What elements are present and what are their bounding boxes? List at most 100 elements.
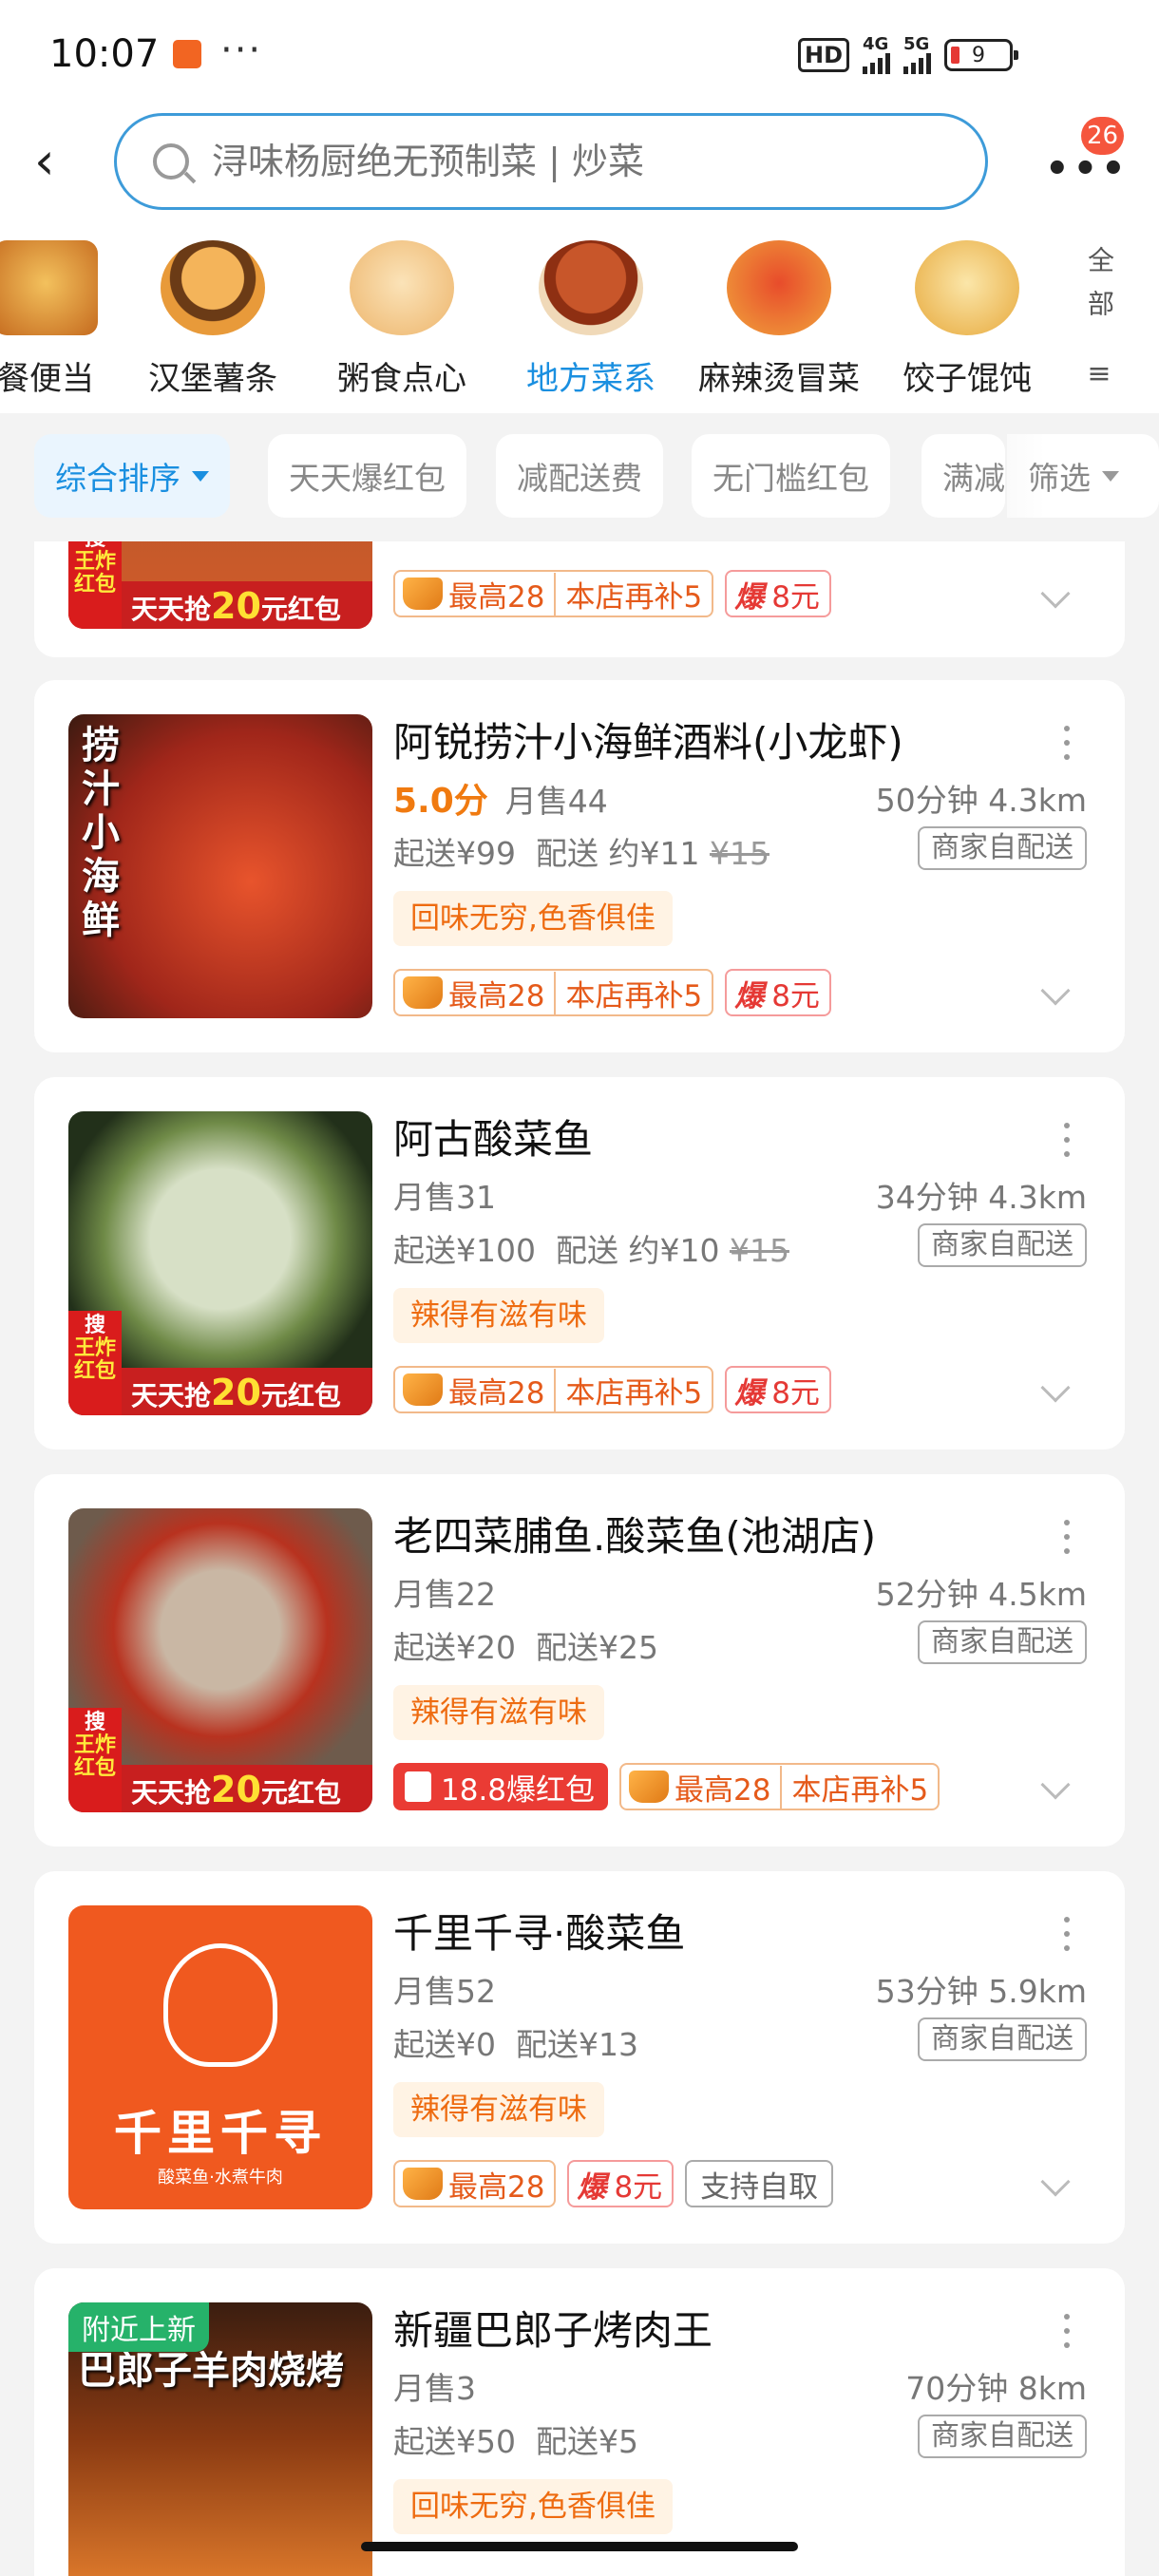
store-name[interactable]: 新疆巴郎子烤肉王 [393,2299,712,2357]
category-item[interactable]: 麻辣烫冒菜 [684,240,874,399]
bao-amount: 8元 [771,978,820,1013]
store-name[interactable]: 阿古酸菜鱼 [393,1108,593,1165]
delivery-fee: 配送¥13 [515,2026,638,2063]
store-time-distance: 70分钟 8km [905,2370,1087,2407]
back-icon[interactable]: ‹ [34,136,80,187]
more-menu-icon[interactable]: ••• [1045,147,1130,191]
promo-row: 最高28 本店再补5 爆 8元 [393,1366,831,1413]
search-tag: 搜 [84,1314,105,1337]
store-sales: 月售44 [504,783,608,820]
bao-tag: 爆 8元 [725,570,831,617]
bao-tag: 爆 8元 [567,2160,674,2207]
store-card[interactable]: 千里千寻 酸菜鱼·水煮牛肉 千里千寻·酸菜鱼 月售52 53分钟 5.9km 起… [34,1871,1125,2244]
more-icon[interactable] [1064,1123,1072,1157]
battery-level: 9 [972,43,986,67]
category-item[interactable]: 粥食点心 [307,240,497,399]
promo-row: 18.8爆红包 最高28 本店再补5 [393,1763,940,1810]
store-card[interactable]: 巴郎子羊肉烧烤 附近上新 新疆巴郎子烤肉王 月售3 70分钟 8km 起送¥50… [34,2268,1125,2576]
category-item[interactable]: 饺子馄饨 [872,240,1062,399]
filter-chip[interactable]: 满减 [922,434,1005,518]
category-item[interactable]: 地方菜系 [496,240,686,399]
store-image: 捞汁小海鲜 [68,714,372,1018]
store-slogan: 辣得有滋有味 [393,2082,604,2137]
chevron-down-icon[interactable] [1040,578,1071,609]
coupon-tag: 最高28 本店再补5 [393,969,714,1016]
filter-label: 无门槛红包 [712,460,869,497]
delivery-fee: 配送 约¥11 [535,835,700,872]
more-icon[interactable] [1064,2314,1072,2348]
all-categories-button[interactable]: 全部 ≡ [1056,246,1142,399]
image-caption: 捞汁小海鲜 [82,724,120,942]
filter-chip[interactable]: 减配送费 [496,434,663,518]
coupon-max: 最高28 [448,2169,545,2205]
store-slogan: 辣得有滋有味 [393,1685,604,1740]
min-order: 起送¥100 [393,1232,536,1269]
category-bar: 餐便当 汉堡薯条 粥食点心 地方菜系 麻辣烫冒菜 饺子馄饨 全部 ≡ [0,214,1159,413]
bao-label: 爆 [577,2169,607,2205]
store-card[interactable]: 搜王炸红包 天天抢20元红包 阿古酸菜鱼 月售31 34分钟 4.3km 起送¥… [34,1077,1125,1449]
more-icon[interactable] [1064,1520,1072,1554]
banner-text: 天天抢 [131,594,212,625]
bao-amount: 8元 [614,2169,663,2205]
promo-banner: 搜王炸红包 天天抢20元红包 [68,1311,372,1415]
category-item[interactable]: 汉堡薯条 [118,240,308,399]
coupon-max: 最高28 [448,978,545,1013]
new-nearby-tag: 附近上新 [68,2302,209,2352]
self-delivery-tag: 商家自配送 [918,1223,1087,1267]
promo-banner: 搜王炸红包 天天抢20元红包 [68,1708,372,1812]
filter-chip[interactable]: 天天爆红包 [268,434,466,518]
banner-suffix: 元红包 [260,1777,341,1809]
filter-chip[interactable]: 无门槛红包 [692,434,890,518]
store-card[interactable]: 捞汁小海鲜 阿锐捞汁小海鲜酒料(小龙虾) 5.0分 月售44 50分钟 4.3km… [34,680,1125,1052]
store-sales: 月售22 [393,1576,496,1613]
hd-icon: HD [798,38,850,72]
coupon-extra: 本店再补5 [554,572,712,616]
category-label: 地方菜系 [526,360,656,398]
min-order: 起送¥20 [393,1629,516,1666]
chevron-down-icon[interactable] [1040,1770,1071,1800]
chevron-down-icon[interactable] [1040,975,1071,1006]
store-time-distance: 52分钟 4.5km [875,1576,1087,1613]
store-name[interactable]: 阿锐捞汁小海鲜酒料(小龙虾) [393,710,903,768]
filter-label: 减配送费 [517,460,642,497]
crown-icon [403,976,443,1009]
chevron-down-icon[interactable] [1040,1373,1071,1403]
search-box[interactable] [114,113,988,210]
filter-button[interactable]: 筛选 [1007,434,1159,518]
bun-icon [350,240,454,335]
red-packet-tag: 18.8爆红包 [393,1763,609,1810]
more-notifications-icon: ··· [220,28,263,72]
image-caption: 巴郎子羊肉烧烤 [78,2349,344,2393]
more-icon[interactable] [1064,1917,1072,1951]
search-input[interactable] [212,141,953,182]
store-time-distance: 34分钟 4.3km [875,1179,1087,1216]
promo-row: 最高28 爆 8元 支持自取 [393,2160,834,2207]
pickup-label: 支持自取 [700,2169,819,2205]
red-packet-label: 18.8爆红包 [441,1772,596,1808]
sort-dropdown[interactable]: 综合排序 [34,434,230,518]
crown-icon [629,1771,670,1803]
store-name[interactable]: 千里千寻·酸菜鱼 [393,1902,685,1960]
message-badge: 26 [1081,117,1125,155]
banner-amount: 20 [211,1769,261,1810]
store-image: 搜王炸红包 天天抢20元红包 [68,1111,372,1415]
min-order: 起送¥50 [393,2423,516,2460]
bao-label: 爆 [734,978,765,1013]
store-card[interactable]: 搜王炸红包 天天抢20元红包 老四菜脯鱼.酸菜鱼(池湖店) 月售22 52分钟 … [34,1474,1125,1847]
filter-label: 满减 [942,460,1005,497]
menu-icon: ≡ [1087,357,1112,390]
store-card-partial[interactable]: 搜王炸红包 天天抢20元红包 最高28本店再补5 爆8元 [34,541,1125,657]
bao-amount: 8元 [771,1375,820,1411]
logo-subtext: 酸菜鱼·水煮牛肉 [158,2168,283,2188]
bao-label: 爆 [734,579,765,615]
coupon-extra: 本店再补5 [554,971,712,1014]
signal-4g-icon: 4G [863,36,891,74]
coupon-max: 最高28 [448,1375,545,1411]
filter-bar: 综合排序 天天爆红包 减配送费 无门槛红包 满减 筛选 [0,413,1159,541]
home-indicator[interactable] [361,2542,798,2551]
store-name[interactable]: 老四菜脯鱼.酸菜鱼(池湖店) [393,1505,876,1563]
store-image: 巴郎子羊肉烧烤 附近上新 [68,2302,372,2576]
category-label: 粥食点心 [337,360,466,398]
more-icon[interactable] [1064,726,1072,760]
chevron-down-icon[interactable] [1040,2167,1071,2197]
